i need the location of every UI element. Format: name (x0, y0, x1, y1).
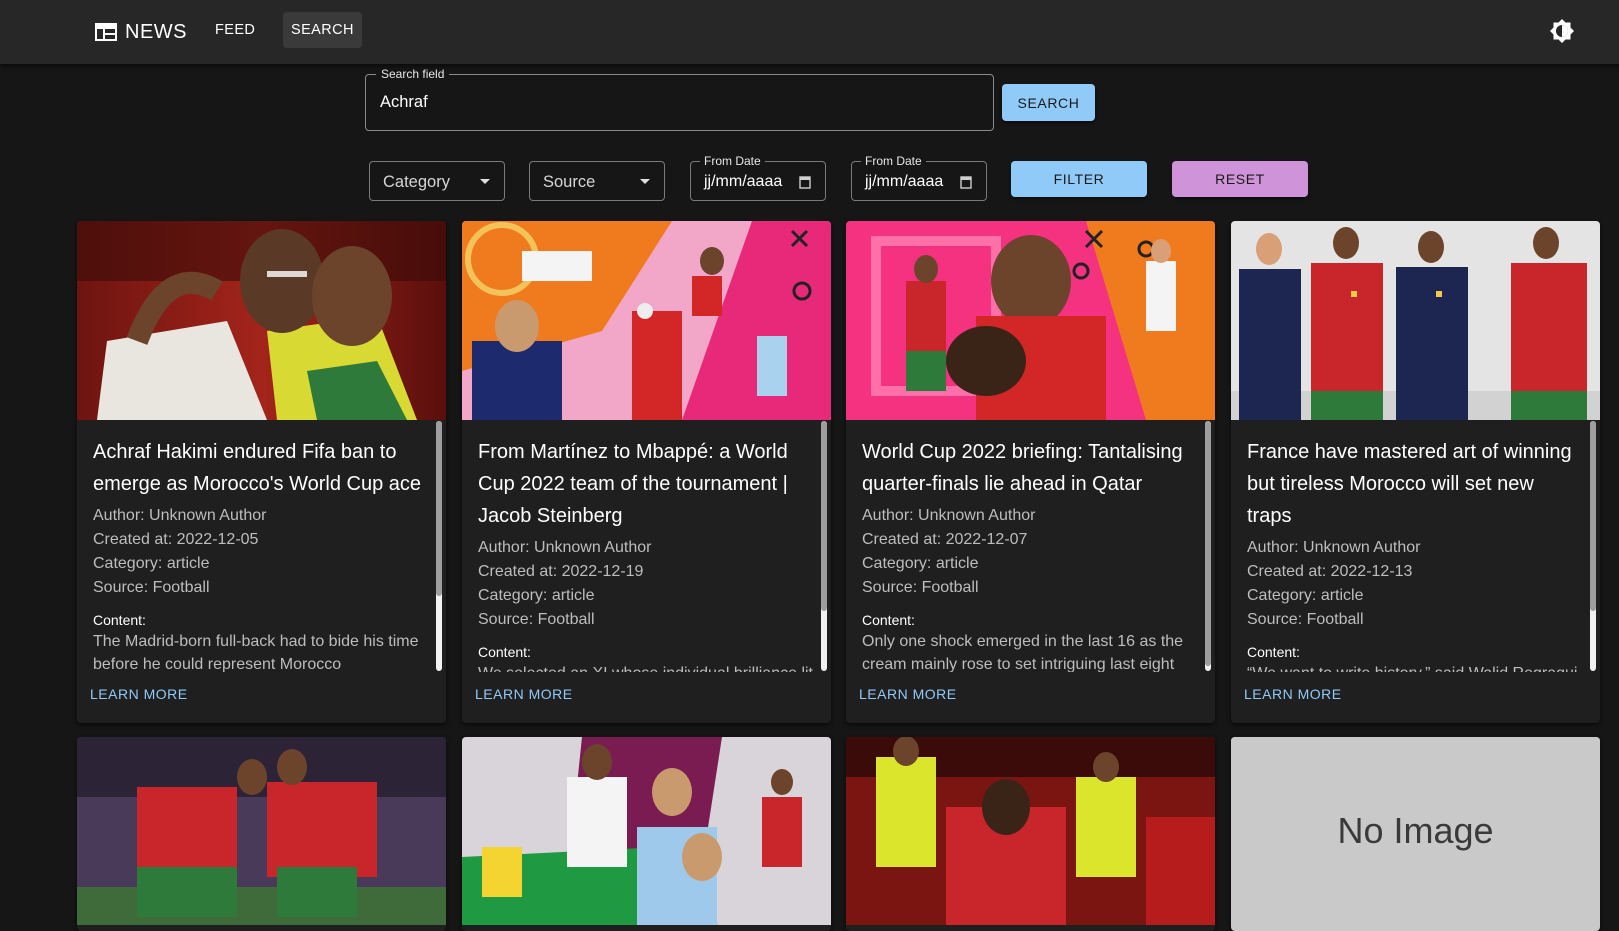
card-category: Category: article (862, 555, 979, 572)
learn-more-button[interactable]: LEARN MORE (1244, 686, 1342, 702)
card-title: World Cup 2022 briefing: Tantalising qua… (862, 441, 1183, 495)
news-card: World Cup 2022 briefing: Tantalising qua… (846, 221, 1215, 723)
card-category: Category: article (1247, 587, 1364, 604)
card-content: Only one shock emerged in the last 16 as… (862, 633, 1184, 672)
category-select[interactable]: Category (369, 161, 505, 201)
from-date-value-2[interactable]: jj/mm/aaaa (865, 173, 943, 191)
from-date-label-2: From Date (861, 154, 926, 168)
card-created-at: Created at: 2022-12-05 (93, 531, 259, 548)
brightness-icon[interactable] (1549, 18, 1575, 44)
card-body: From Martínez to Mbappé: a World Cup 202… (462, 420, 831, 672)
app-bar: NEWS FEED SEARCH (0, 0, 1619, 64)
news-card (846, 737, 1215, 931)
newspaper-icon (95, 23, 117, 41)
card-source: Source: Football (1247, 611, 1364, 628)
from-date-field[interactable]: From Date jj/mm/aaaa (690, 154, 826, 201)
card-author: Author: Unknown Author (93, 507, 267, 524)
source-select-label: Source (543, 173, 596, 191)
card-title: France have mastered art of winning but … (1247, 441, 1572, 527)
card-source: Source: Football (93, 579, 210, 596)
card-author: Author: Unknown Author (478, 539, 652, 556)
card-title: Achraf Hakimi endured Fifa ban to emerge… (93, 441, 422, 495)
calendar-icon[interactable] (799, 175, 811, 189)
chevron-down-icon (480, 179, 490, 184)
from-date-label: From Date (700, 154, 765, 168)
calendar-icon[interactable] (960, 175, 972, 189)
source-select[interactable]: Source (529, 161, 665, 201)
brand-title: NEWS (125, 20, 187, 43)
news-card: Achraf Hakimi endured Fifa ban to emerge… (77, 221, 446, 723)
card-content-label: Content: (1247, 644, 1300, 660)
card-image-team-of-tournament[interactable] (462, 221, 831, 420)
learn-more-button[interactable]: LEARN MORE (475, 686, 573, 702)
from-date-field-2[interactable]: From Date jj/mm/aaaa (851, 154, 987, 201)
card-author: Author: Unknown Author (862, 507, 1036, 524)
card-image-morocco-players-embrace[interactable] (77, 737, 446, 925)
card-content-label: Content: (862, 612, 915, 628)
search-field-label: Search field (376, 67, 450, 81)
from-date-value[interactable]: jj/mm/aaaa (704, 173, 782, 191)
card-category: Category: article (93, 555, 210, 572)
filter-button[interactable]: FILTER (1011, 161, 1147, 197)
chevron-down-icon (640, 179, 650, 184)
news-card: From Martínez to Mbappé: a World Cup 202… (462, 221, 831, 723)
no-image-placeholder[interactable]: No Image (1231, 737, 1600, 925)
news-card: No Image (1231, 737, 1600, 931)
card-source: Source: Football (478, 611, 595, 628)
card-content: The Madrid-born full-back had to bide hi… (93, 633, 419, 672)
scrollbar-thumb[interactable] (1205, 421, 1211, 666)
search-input[interactable]: Search field Achraf (365, 67, 994, 131)
brand[interactable]: NEWS (95, 18, 187, 46)
card-image-quarter-finals[interactable] (846, 221, 1215, 420)
category-select-label: Category (383, 173, 450, 191)
search-input-value[interactable]: Achraf (380, 93, 428, 112)
scrollbar-thumb[interactable] (436, 421, 442, 596)
card-author: Author: Unknown Author (1247, 539, 1421, 556)
nav-feed-button[interactable]: FEED (207, 12, 263, 48)
card-content: We selected an XI whose individual brill… (478, 662, 815, 672)
card-image-hakimi-celebration[interactable] (77, 221, 446, 420)
card-image-france-morocco-players[interactable] (1231, 221, 1600, 420)
card-scrollbar[interactable] (1590, 421, 1596, 671)
learn-more-button[interactable]: LEARN MORE (90, 686, 188, 702)
card-scrollbar[interactable] (821, 421, 827, 671)
card-body: France have mastered art of winning but … (1231, 420, 1600, 672)
card-created-at: Created at: 2022-12-13 (1247, 563, 1413, 580)
scrollbar-thumb[interactable] (1590, 421, 1596, 611)
card-content-label: Content: (93, 612, 146, 628)
card-scrollbar[interactable] (436, 421, 442, 671)
nav-search-button[interactable]: SEARCH (283, 12, 362, 48)
learn-more-button[interactable]: LEARN MORE (859, 686, 957, 702)
card-scrollbar[interactable] (1205, 421, 1211, 671)
search-button[interactable]: SEARCH (1002, 84, 1095, 121)
card-image-fans-celebration[interactable] (846, 737, 1215, 925)
news-card: France have mastered art of winning but … (1231, 221, 1600, 723)
card-created-at: Created at: 2022-12-19 (478, 563, 644, 580)
card-image-stars-collage[interactable] (462, 737, 831, 925)
card-body: Achraf Hakimi endured Fifa ban to emerge… (77, 420, 446, 672)
reset-button[interactable]: RESET (1172, 161, 1308, 197)
news-card (77, 737, 446, 931)
news-card (462, 737, 831, 931)
scrollbar-thumb[interactable] (821, 421, 827, 611)
no-image-text: No Image (1337, 810, 1494, 851)
card-category: Category: article (478, 587, 595, 604)
card-created-at: Created at: 2022-12-07 (862, 531, 1028, 548)
card-body: World Cup 2022 briefing: Tantalising qua… (846, 420, 1215, 672)
card-source: Source: Football (862, 579, 979, 596)
card-title: From Martínez to Mbappé: a World Cup 202… (478, 441, 788, 527)
card-content-label: Content: (478, 644, 531, 660)
card-content: “We want to write history,” said Walid R… (1247, 662, 1584, 672)
